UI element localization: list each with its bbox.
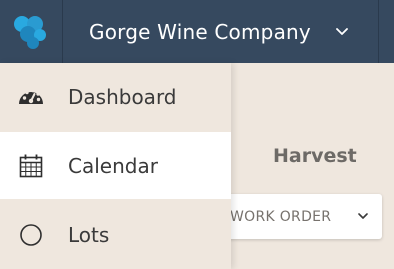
logo-button[interactable] [0,0,63,63]
chevron-down-icon [358,213,368,219]
nav-item-dashboard[interactable]: Dashboard [0,63,231,130]
company-name: Gorge Wine Company [89,19,311,44]
work-order-label: WORK ORDER [230,208,332,225]
grape-cluster-icon [14,16,46,49]
calendar-icon [19,154,43,178]
nav-item-calendar[interactable]: Calendar [0,132,231,199]
top-bar: Gorge Wine Company [0,0,394,63]
work-order-dropdown[interactable]: WORK ORDER [216,194,382,239]
circle-icon [20,224,42,246]
company-switcher[interactable]: Gorge Wine Company [63,0,379,63]
nav-drawer: Dashboard Calendar Lots [0,63,231,269]
app-frame: Gorge Wine Company Harvest WORK ORDER Da… [0,0,394,269]
nav-item-label: Lots [68,222,110,247]
speedometer-icon [19,88,43,104]
nav-item-label: Calendar [68,153,158,178]
chevron-down-icon [336,28,348,35]
page-title: Harvest [273,145,357,167]
nav-item-label: Dashboard [68,84,177,109]
nav-item-lots[interactable]: Lots [0,201,231,268]
